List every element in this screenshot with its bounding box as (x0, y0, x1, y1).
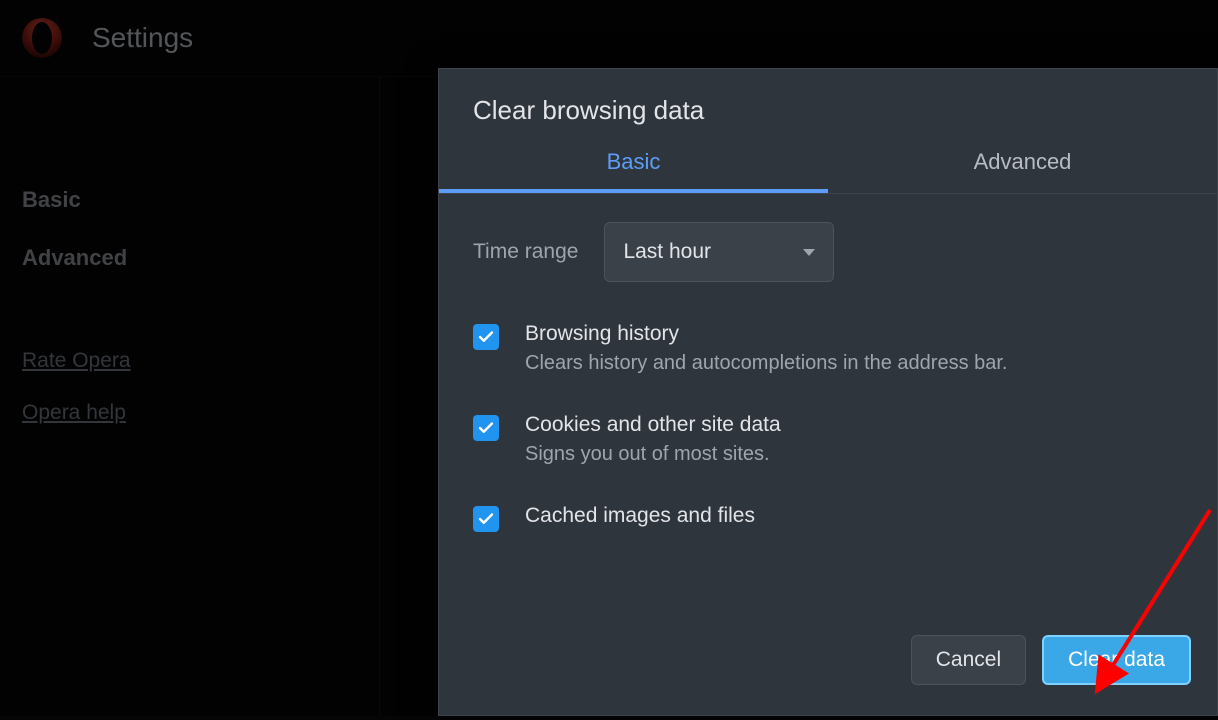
check-icon (477, 328, 495, 346)
time-range-select[interactable]: Last hour (604, 222, 834, 282)
page-title: Settings (92, 22, 193, 54)
time-range-label: Time range (473, 240, 578, 264)
clear-data-button[interactable]: Clear data (1042, 635, 1191, 685)
chevron-down-icon (803, 249, 815, 256)
sidebar-link-opera-help[interactable]: Opera help (22, 393, 357, 433)
option-cached: Cached images and files (473, 504, 1183, 532)
settings-sidebar: Basic Advanced Rate Opera Opera help (0, 77, 380, 716)
option-desc: Signs you out of most sites. (525, 443, 781, 466)
dialog-body: Time range Last hour Browsing history Cl… (439, 194, 1217, 627)
dialog-tabs: Basic Advanced (439, 134, 1217, 194)
option-browsing-history: Browsing history Clears history and auto… (473, 322, 1183, 375)
checkbox-cookies[interactable] (473, 415, 499, 441)
option-desc: Clears history and autocompletions in th… (525, 352, 1008, 375)
check-icon (477, 510, 495, 528)
tab-advanced[interactable]: Advanced (828, 134, 1217, 193)
time-range-row: Time range Last hour (473, 222, 1183, 282)
app-header: Settings (0, 0, 1218, 76)
option-text: Cached images and files (525, 504, 755, 532)
checkbox-browsing-history[interactable] (473, 324, 499, 350)
dialog-footer: Cancel Clear data (439, 627, 1217, 715)
checkbox-cached[interactable] (473, 506, 499, 532)
option-title: Cached images and files (525, 504, 755, 528)
opera-logo (20, 16, 64, 60)
sidebar-item-advanced[interactable]: Advanced (22, 235, 357, 281)
option-text: Cookies and other site data Signs you ou… (525, 413, 781, 466)
tab-basic[interactable]: Basic (439, 134, 828, 193)
clear-browsing-data-dialog: Clear browsing data Basic Advanced Time … (438, 68, 1218, 716)
option-title: Browsing history (525, 322, 1008, 346)
sidebar-item-basic[interactable]: Basic (22, 177, 357, 223)
sidebar-link-rate-opera[interactable]: Rate Opera (22, 341, 357, 381)
option-text: Browsing history Clears history and auto… (525, 322, 1008, 375)
option-title: Cookies and other site data (525, 413, 781, 437)
time-range-value: Last hour (623, 240, 711, 264)
sidebar-spacer (22, 293, 357, 329)
check-icon (477, 419, 495, 437)
cancel-button[interactable]: Cancel (911, 635, 1026, 685)
option-cookies: Cookies and other site data Signs you ou… (473, 413, 1183, 466)
dialog-title: Clear browsing data (439, 69, 1217, 134)
